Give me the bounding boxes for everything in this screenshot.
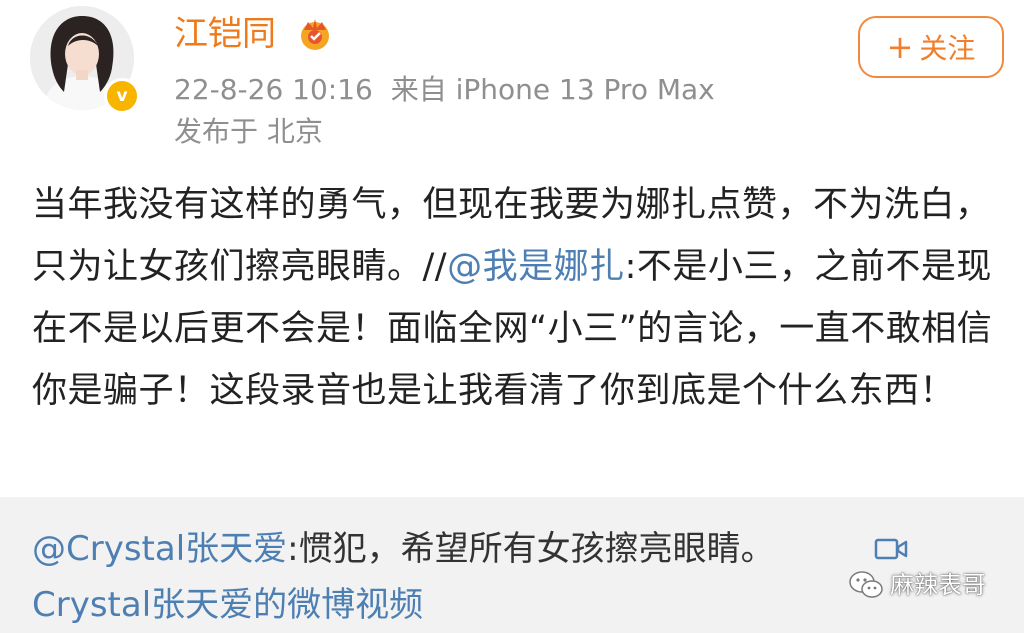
follow-button[interactable]: + 关注 (858, 16, 1004, 78)
post-header: v 江铠同 22-8-26 10:16 来自 iPhone 13 Pro Max… (0, 0, 1024, 160)
verified-badge: v (104, 78, 140, 114)
video-link[interactable]: Crystal张天爱的微博视频 (32, 581, 423, 629)
crown-icon (301, 19, 329, 50)
plus-icon: + (886, 28, 914, 66)
video-camera-icon (874, 538, 908, 560)
repost-text-line: @Crystal张天爱:惯犯，希望所有女孩擦亮眼睛。 (32, 525, 775, 573)
repost-mention-link[interactable]: @Crystal张天爱 (32, 529, 287, 569)
post-meta: 22-8-26 10:16 来自 iPhone 13 Pro Max (174, 70, 715, 110)
repost-text: :惯犯，希望所有女孩擦亮眼睛。 (287, 529, 775, 569)
post-location: 发布于 北京 (174, 115, 323, 148)
reposted-content[interactable]: @Crystal张天爱:惯犯，希望所有女孩擦亮眼睛。 Crystal张天爱的微博… (0, 497, 1024, 633)
username[interactable]: 江铠同 (174, 10, 276, 58)
wechat-icon (849, 571, 883, 598)
mention-link[interactable]: @我是娜扎 (447, 247, 625, 287)
post-body: 当年我没有这样的勇气，但现在我要为娜扎点赞，不为洗白，只为让女孩们擦亮眼睛。//… (32, 174, 994, 422)
post-source: 来自 iPhone 13 Pro Max (390, 73, 715, 106)
follow-label: 关注 (919, 32, 976, 65)
post-timestamp: 22-8-26 10:16 (174, 73, 373, 106)
watermark-text: 麻辣表哥 (890, 571, 986, 599)
